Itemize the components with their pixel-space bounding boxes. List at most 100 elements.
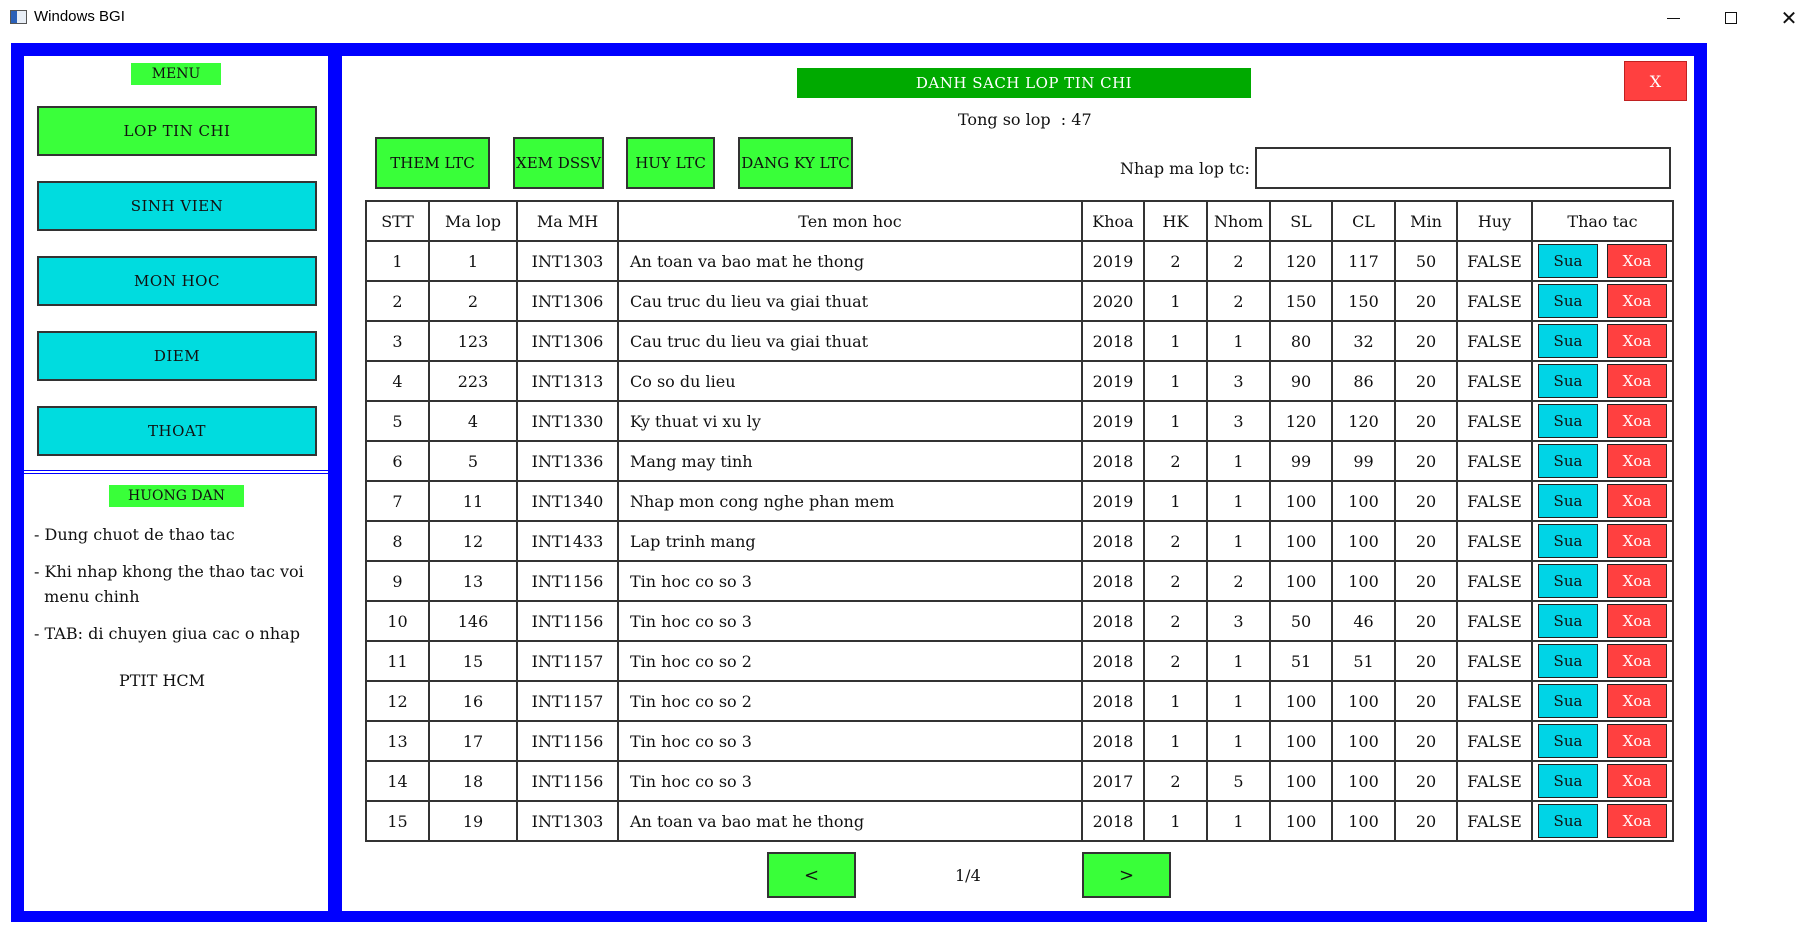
add-class-button[interactable]: THEM LTC	[375, 137, 490, 189]
cell-ten-mon-hoc: An toan va bao mat he thong	[617, 800, 1083, 842]
edit-button[interactable]: Sua	[1538, 244, 1598, 278]
cell-ma-lop: 4	[428, 400, 518, 442]
sidebar-item-sinh-vien[interactable]: SINH VIEN	[37, 181, 317, 231]
table-row[interactable]: 9 13 INT1156 Tin hoc co so 3 2018 2 2 100 100 20 F…	[365, 560, 1674, 602]
cell-min: 20	[1394, 440, 1458, 482]
cell-ma-mh: INT1156	[516, 720, 619, 762]
edit-button[interactable]: Sua	[1538, 764, 1598, 798]
cell-sl: 100	[1269, 480, 1333, 522]
table-row[interactable]: 3 123 INT1306 Cau truc du lieu va giai thua…	[365, 320, 1674, 362]
table-row[interactable]: 14 18 INT1156 Tin hoc co so 3 2017 2 5 100 100 20…	[365, 760, 1674, 802]
menu-label: MENU	[131, 63, 221, 85]
prev-page-button[interactable]: <	[767, 852, 856, 898]
cell-cl: 46	[1331, 600, 1396, 642]
table-row[interactable]: 6 5 INT1336 Mang may tinh 2018 2 1 99 99 20 FALSE S…	[365, 440, 1674, 482]
guide-list: - Dung chuot de thao tac - Khi nhap khon…	[34, 522, 328, 693]
cell-huy: FALSE	[1456, 720, 1533, 762]
edit-button[interactable]: Sua	[1538, 604, 1598, 638]
table-row[interactable]: 12 16 INT1157 Tin hoc co so 2 2018 1 1 100 100 20…	[365, 680, 1674, 722]
delete-button[interactable]: Xoa	[1607, 404, 1667, 438]
delete-button[interactable]: Xoa	[1607, 364, 1667, 398]
edit-button[interactable]: Sua	[1538, 484, 1598, 518]
delete-button[interactable]: Xoa	[1607, 284, 1667, 318]
edit-button[interactable]: Sua	[1538, 364, 1598, 398]
table-row[interactable]: 11 15 INT1157 Tin hoc co so 2 2018 2 1 51 51 20 FA…	[365, 640, 1674, 682]
edit-button[interactable]: Sua	[1538, 804, 1598, 838]
table-row[interactable]: 13 17 INT1156 Tin hoc co so 3 2018 1 1 100 100 20…	[365, 720, 1674, 762]
edit-button[interactable]: Sua	[1538, 444, 1598, 478]
delete-button[interactable]: Xoa	[1607, 244, 1667, 278]
header-stt: STT	[365, 200, 430, 242]
cell-sl: 100	[1269, 800, 1333, 842]
delete-button[interactable]: Xoa	[1607, 564, 1667, 598]
cancel-class-button[interactable]: HUY LTC	[626, 137, 715, 189]
cell-hk: 1	[1143, 280, 1208, 322]
cell-min: 20	[1394, 280, 1458, 322]
cell-sl: 120	[1269, 400, 1333, 442]
table-row[interactable]: 15 19 INT1303 An toan va bao mat he thong 20…	[365, 800, 1674, 842]
cell-huy: FALSE	[1456, 800, 1533, 842]
cell-sl: 100	[1269, 720, 1333, 762]
cell-min: 20	[1394, 360, 1458, 402]
edit-button[interactable]: Sua	[1538, 524, 1598, 558]
close-icon[interactable]: ✕	[1760, 0, 1800, 36]
cell-ma-lop: 17	[428, 720, 518, 762]
cell-ten-mon-hoc: Cau truc du lieu va giai thuat	[617, 280, 1083, 322]
table-row[interactable]: 7 11 INT1340 Nhap mon cong nghe phan mem 201…	[365, 480, 1674, 522]
cell-nhom: 1	[1206, 640, 1271, 682]
next-page-button[interactable]: >	[1082, 852, 1171, 898]
view-students-button[interactable]: XEM DSSV	[513, 137, 604, 189]
delete-button[interactable]: Xoa	[1607, 604, 1667, 638]
delete-button[interactable]: Xoa	[1607, 724, 1667, 758]
delete-button[interactable]: Xoa	[1607, 684, 1667, 718]
edit-button[interactable]: Sua	[1538, 684, 1598, 718]
table-row[interactable]: 2 2 INT1306 Cau truc du lieu va giai thuat 2…	[365, 280, 1674, 322]
sidebar-item-lop-tin-chi[interactable]: LOP TIN CHI	[37, 106, 317, 156]
table-row[interactable]: 10 146 INT1156 Tin hoc co so 3 2018 2 3 50 46 20 F…	[365, 600, 1674, 642]
cell-nhom: 3	[1206, 600, 1271, 642]
cell-khoa: 2018	[1081, 720, 1145, 762]
cell-ma-mh: INT1306	[516, 320, 619, 362]
close-panel-button[interactable]: X	[1624, 61, 1687, 101]
table-row[interactable]: 1 1 INT1303 An toan va bao mat he thong 2019…	[365, 240, 1674, 282]
table-row[interactable]: 5 4 INT1330 Ky thuat vi xu ly 2019 1 3 120 120 20…	[365, 400, 1674, 442]
sidebar-item-mon-hoc[interactable]: MON HOC	[37, 256, 317, 306]
edit-button[interactable]: Sua	[1538, 564, 1598, 598]
delete-button[interactable]: Xoa	[1607, 524, 1667, 558]
cell-actions: Sua Xoa	[1531, 520, 1674, 562]
delete-button[interactable]: Xoa	[1607, 444, 1667, 478]
edit-button[interactable]: Sua	[1538, 324, 1598, 358]
maximize-icon[interactable]	[1702, 0, 1760, 36]
cell-stt: 1	[365, 240, 430, 282]
sidebar-item-diem[interactable]: DIEM	[37, 331, 317, 381]
cell-min: 20	[1394, 760, 1458, 802]
header-sl: SL	[1269, 200, 1333, 242]
cell-cl: 117	[1331, 240, 1396, 282]
cell-ten-mon-hoc: Ky thuat vi xu ly	[617, 400, 1083, 442]
table-row[interactable]: 8 12 INT1433 Lap trinh mang 2018 2 1 100 100 20 FA…	[365, 520, 1674, 562]
delete-button[interactable]: Xoa	[1607, 644, 1667, 678]
delete-button[interactable]: Xoa	[1607, 804, 1667, 838]
table-row[interactable]: 4 223 INT1313 Co so du lieu 2019 1 3 90 86 20 FALS…	[365, 360, 1674, 402]
delete-button[interactable]: Xoa	[1607, 764, 1667, 798]
sidebar-item-thoat[interactable]: THOAT	[37, 406, 317, 456]
edit-button[interactable]: Sua	[1538, 404, 1598, 438]
edit-button[interactable]: Sua	[1538, 284, 1598, 318]
header-ma-lop: Ma lop	[428, 200, 518, 242]
cell-actions: Sua Xoa	[1531, 400, 1674, 442]
cell-min: 20	[1394, 480, 1458, 522]
school-name: PTIT HCM	[118, 671, 206, 690]
delete-button[interactable]: Xoa	[1607, 324, 1667, 358]
header-ma-mh: Ma MH	[516, 200, 619, 242]
delete-button[interactable]: Xoa	[1607, 484, 1667, 518]
cell-stt: 3	[365, 320, 430, 362]
cell-cl: 86	[1331, 360, 1396, 402]
edit-button[interactable]: Sua	[1538, 724, 1598, 758]
register-class-button[interactable]: DANG KY LTC	[738, 137, 853, 189]
cell-cl: 100	[1331, 520, 1396, 562]
edit-button[interactable]: Sua	[1538, 644, 1598, 678]
search-input[interactable]	[1255, 147, 1671, 189]
cell-ma-lop: 19	[428, 800, 518, 842]
minimize-icon[interactable]	[1644, 0, 1702, 36]
cell-huy: FALSE	[1456, 400, 1533, 442]
